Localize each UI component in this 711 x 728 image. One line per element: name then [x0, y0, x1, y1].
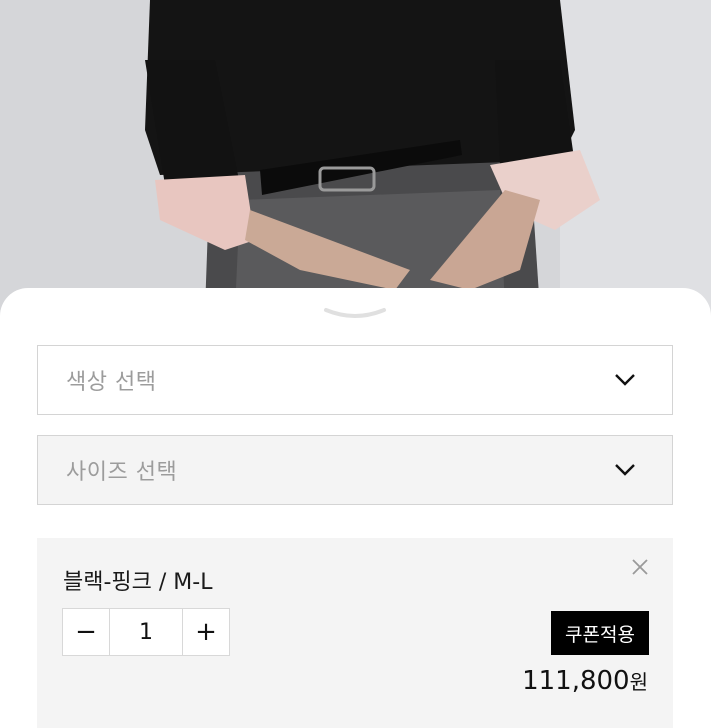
decrease-quantity-button[interactable]: − [63, 609, 109, 655]
selected-option-name: 블랙-핑크 / M-L [63, 570, 213, 595]
sheet-handle-icon[interactable] [322, 306, 388, 322]
price-currency: 원 [629, 670, 648, 694]
price-amount: 111,800 [522, 666, 630, 696]
quantity-stepper: − 1 + [62, 608, 230, 656]
item-price: 111,800원 [522, 666, 648, 696]
option-bottom-sheet: 색상 선택 사이즈 선택 블랙-핑크 / M-L − 1 + 쿠폰적용 111,… [0, 288, 711, 728]
chevron-down-icon [615, 464, 635, 476]
chevron-down-icon [615, 374, 635, 386]
color-select[interactable]: 색상 선택 [37, 345, 673, 415]
color-select-placeholder: 색상 선택 [66, 370, 157, 395]
increase-quantity-button[interactable]: + [183, 609, 229, 655]
size-select[interactable]: 사이즈 선택 [37, 435, 673, 505]
apply-coupon-button[interactable]: 쿠폰적용 [551, 611, 649, 655]
close-icon[interactable] [631, 558, 649, 576]
selected-option-item: 블랙-핑크 / M-L − 1 + 쿠폰적용 111,800원 [37, 538, 673, 728]
product-photo [0, 0, 711, 310]
quantity-value[interactable]: 1 [109, 609, 183, 655]
size-select-placeholder: 사이즈 선택 [66, 460, 178, 485]
